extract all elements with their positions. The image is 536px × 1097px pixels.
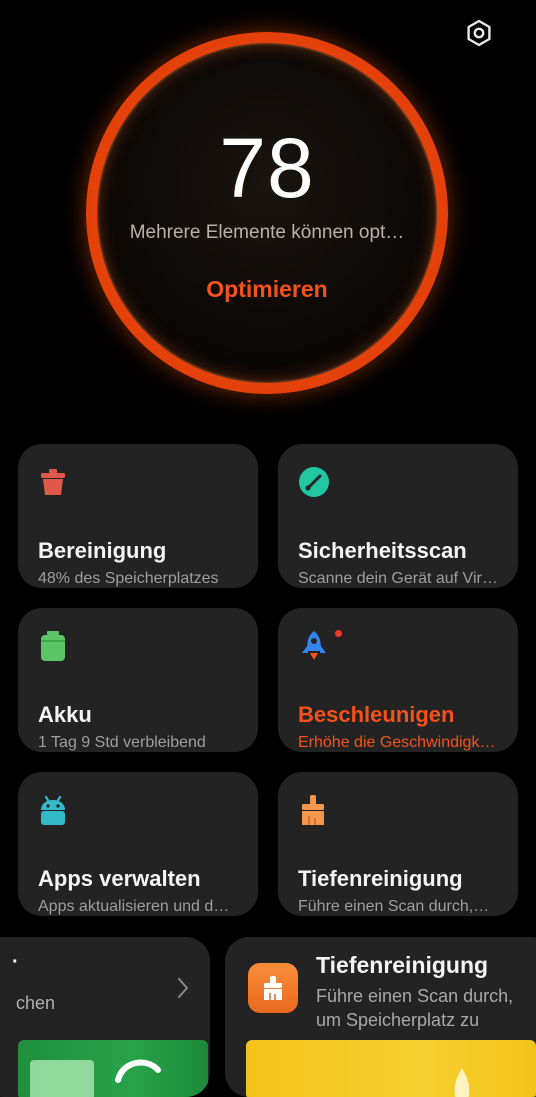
rocket-icon	[298, 628, 334, 664]
card-deep-clean[interactable]: Tiefenreinigung Führe einen Scan durch,…	[278, 772, 518, 916]
promo-card-left[interactable]: · chen	[0, 937, 210, 1097]
brush-icon	[264, 976, 282, 1000]
brush-icon	[298, 792, 334, 828]
card-subtitle: 1 Tag 9 Std verbleibend	[38, 734, 206, 751]
deep-clean-tile	[248, 963, 298, 1013]
card-title: Tiefenreinigung	[298, 866, 463, 891]
promo-image	[18, 1040, 208, 1097]
trash-icon	[38, 464, 74, 500]
chevron-right-icon	[178, 978, 188, 998]
promo-title: Tiefenreinigung	[316, 952, 489, 978]
card-cleanup[interactable]: Bereinigung 48% des Speicherplatzes	[18, 444, 258, 588]
card-subtitle: 48% des Speicherplatzes	[38, 570, 219, 587]
card-battery[interactable]: Akku 1 Tag 9 Std verbleibend	[18, 608, 258, 752]
promo-card-deep-clean[interactable]: Tiefenreinigung Führe einen Scan durch, …	[225, 937, 536, 1097]
card-title: Sicherheitsscan	[298, 538, 467, 563]
shield-scan-icon	[298, 464, 334, 500]
battery-icon	[38, 628, 74, 664]
settings-button[interactable]	[460, 14, 498, 52]
promo-title-fragment: ·	[12, 951, 19, 973]
promo-image	[246, 1040, 536, 1097]
card-speed-boost[interactable]: Beschleunigen Erhöhe die Geschwindigk…	[278, 608, 518, 752]
card-subtitle: Scanne dein Gerät auf Vir…	[298, 570, 498, 587]
android-icon	[38, 792, 74, 828]
promo-text-fragment: chen	[16, 993, 56, 1013]
card-title: Bereinigung	[38, 538, 167, 563]
score-ring: 78 Mehrere Elemente können opt… Optimier…	[86, 32, 448, 394]
settings-icon	[467, 19, 491, 47]
card-subtitle: Führe einen Scan durch,…	[298, 898, 490, 915]
card-security-scan[interactable]: Sicherheitsscan Scanne dein Gerät auf Vi…	[278, 444, 518, 588]
score-value: 78	[219, 121, 315, 215]
card-subtitle: Apps aktualisieren und d…	[38, 898, 230, 915]
card-title: Akku	[38, 702, 92, 727]
card-manage-apps[interactable]: Apps verwalten Apps aktualisieren und d…	[18, 772, 258, 916]
card-title: Apps verwalten	[38, 866, 201, 891]
card-title: Beschleunigen	[298, 702, 455, 727]
card-subtitle: Erhöhe die Geschwindigk…	[298, 734, 496, 751]
notification-dot	[335, 630, 342, 637]
optimize-button[interactable]: Optimieren	[167, 276, 367, 303]
score-status-text: Mehrere Elemente können opt…	[129, 222, 405, 243]
